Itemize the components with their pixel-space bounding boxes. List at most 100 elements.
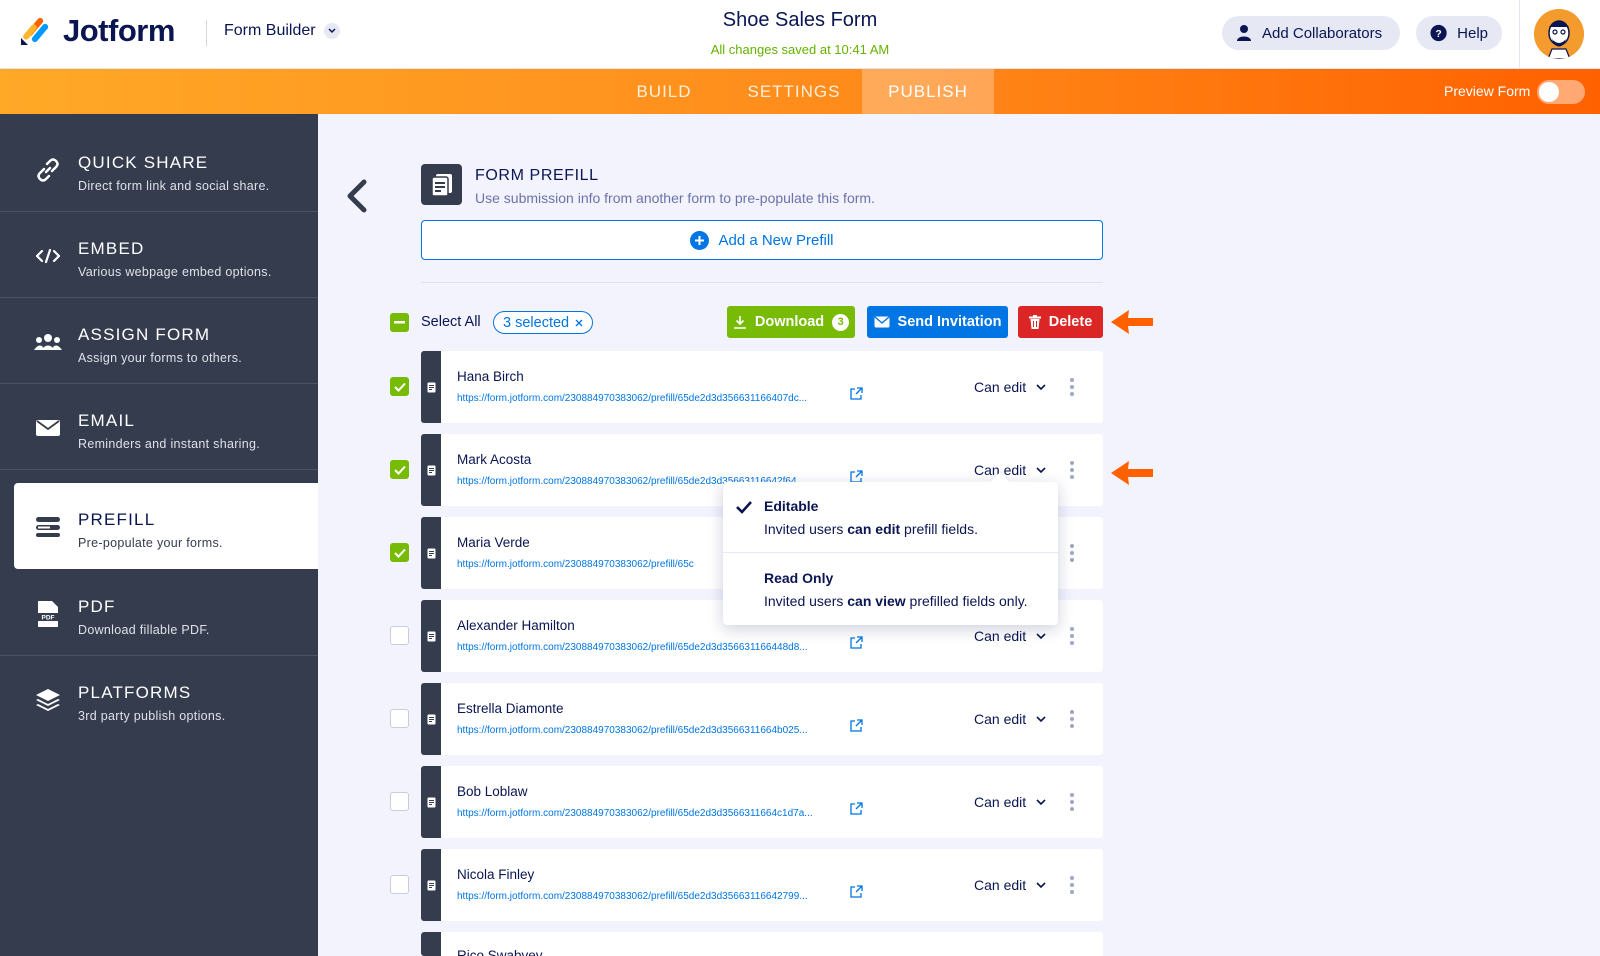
- permission-dropdown[interactable]: Can edit: [974, 462, 1046, 478]
- select-all-label[interactable]: Select All: [421, 314, 481, 330]
- chevron-down-icon: [1036, 466, 1046, 473]
- sidebar-item-title: PREFILL: [78, 510, 156, 529]
- row-color-bar: [421, 849, 441, 921]
- select-all-checkbox[interactable]: [390, 313, 409, 332]
- permission-dropdown[interactable]: Can edit: [974, 794, 1046, 810]
- minus-icon: [394, 321, 405, 324]
- header-divider: [206, 20, 207, 46]
- help-button[interactable]: ? Help: [1416, 16, 1502, 50]
- tab-publish[interactable]: PUBLISH: [862, 69, 994, 114]
- permission-dropdown[interactable]: Can edit: [974, 877, 1046, 893]
- sidebar-item-email[interactable]: EMAIL Reminders and instant sharing.: [0, 384, 318, 470]
- add-new-prefill-button[interactable]: Add a New Prefill: [421, 220, 1103, 260]
- row-prefill-link[interactable]: https://form.jotform.com/230884970383062…: [457, 808, 813, 819]
- permission-option-read-only[interactable]: Read Only Invited users can view prefill…: [723, 554, 1058, 625]
- external-link-icon[interactable]: [849, 802, 863, 816]
- checkmark-icon: [393, 382, 406, 392]
- prefill-row[interactable]: Rico Swabvey: [421, 932, 1103, 956]
- back-chevron-icon[interactable]: [344, 178, 372, 214]
- avatar[interactable]: [1534, 9, 1584, 59]
- permission-dropdown[interactable]: Can edit: [974, 379, 1046, 395]
- permission-label: Can edit: [974, 628, 1027, 644]
- sidebar-item-prefill[interactable]: PREFILL Pre-populate your forms.: [14, 483, 318, 569]
- download-button[interactable]: Download 3: [727, 306, 855, 338]
- form-builder-menu[interactable]: Form Builder: [224, 22, 340, 40]
- permission-label: Can edit: [974, 711, 1027, 727]
- option-title: Read Only: [764, 570, 834, 586]
- sidebar-item-desc: Direct form link and social share.: [78, 179, 270, 193]
- row-checkbox[interactable]: [390, 709, 409, 728]
- sidebar-item-embed[interactable]: EMBED Various webpage embed options.: [0, 212, 318, 298]
- sidebar-item-assign-form[interactable]: ASSIGN FORM Assign your forms to others.: [0, 298, 318, 384]
- prefill-row[interactable]: Bob Loblaw https://form.jotform.com/2308…: [421, 766, 1103, 838]
- sidebar-item-quick-share[interactable]: QUICK SHARE Direct form link and social …: [0, 126, 318, 212]
- prefill-row[interactable]: Nicola Finley https://form.jotform.com/2…: [421, 849, 1103, 921]
- delete-button[interactable]: Delete: [1018, 306, 1103, 338]
- option-title: Editable: [764, 498, 819, 514]
- close-icon[interactable]: [575, 319, 583, 327]
- permission-label: Can edit: [974, 379, 1027, 395]
- more-options-icon[interactable]: [1068, 708, 1076, 730]
- row-prefill-link[interactable]: https://form.jotform.com/230884970383062…: [457, 559, 694, 570]
- help-label: Help: [1457, 24, 1488, 42]
- more-options-icon[interactable]: [1068, 376, 1076, 398]
- row-color-bar: [421, 766, 441, 838]
- permission-dropdown[interactable]: Can edit: [974, 711, 1046, 727]
- plus-circle-icon: [690, 230, 710, 250]
- preview-form-toggle[interactable]: [1537, 80, 1585, 104]
- tab-build[interactable]: BUILD: [616, 69, 712, 114]
- more-options-icon[interactable]: [1068, 542, 1076, 564]
- external-link-icon[interactable]: [849, 636, 863, 650]
- jotform-logo-icon[interactable]: [18, 14, 52, 48]
- avatar-divider: [1519, 0, 1520, 69]
- sidebar-item-pdf[interactable]: PDF PDF Download fillable PDF.: [0, 570, 318, 656]
- row-prefill-link[interactable]: https://form.jotform.com/230884970383062…: [457, 725, 808, 736]
- more-options-icon[interactable]: [1068, 791, 1076, 813]
- row-checkbox[interactable]: [390, 460, 409, 479]
- row-color-bar: [421, 434, 441, 506]
- selected-count-badge[interactable]: 3 selected: [493, 311, 594, 334]
- row-color-bar: [421, 600, 441, 672]
- sidebar-item-desc: 3rd party publish options.: [78, 709, 226, 723]
- help-icon: ?: [1430, 24, 1447, 42]
- external-link-icon[interactable]: [849, 387, 863, 401]
- row-checkbox[interactable]: [390, 377, 409, 396]
- sidebar-item-desc: Download fillable PDF.: [78, 623, 210, 637]
- row-prefill-link[interactable]: https://form.jotform.com/230884970383062…: [457, 642, 808, 653]
- row-prefill-link[interactable]: https://form.jotform.com/230884970383062…: [457, 891, 808, 902]
- sidebar-item-title: ASSIGN FORM: [78, 325, 211, 344]
- envelope-icon: [874, 316, 890, 328]
- form-title[interactable]: Shoe Sales Form: [600, 9, 1000, 32]
- row-checkbox[interactable]: [390, 792, 409, 811]
- envelope-icon: [34, 414, 62, 442]
- row-prefill-link[interactable]: https://form.jotform.com/230884970383062…: [457, 393, 807, 404]
- send-invitation-button[interactable]: Send Invitation: [867, 306, 1008, 338]
- option-description: Invited users can view prefilled fields …: [764, 593, 1028, 609]
- row-color-bar: [421, 517, 441, 589]
- row-name: Mark Acosta: [457, 452, 532, 467]
- prefill-icon: [34, 513, 62, 541]
- sidebar-item-platforms[interactable]: PLATFORMS 3rd party publish options.: [0, 656, 318, 742]
- row-name: Rico Swabvey: [457, 948, 543, 956]
- publish-sidebar: QUICK SHARE Direct form link and social …: [0, 114, 318, 956]
- sidebar-item-desc: Various webpage embed options.: [78, 265, 272, 279]
- tab-settings[interactable]: SETTINGS: [728, 69, 860, 114]
- permission-dropdown[interactable]: Can edit: [974, 628, 1046, 644]
- document-icon: [427, 797, 435, 807]
- document-icon: [427, 714, 435, 724]
- more-options-icon[interactable]: [1068, 625, 1076, 647]
- row-checkbox[interactable]: [390, 875, 409, 894]
- row-checkbox[interactable]: [390, 543, 409, 562]
- add-collaborators-button[interactable]: Add Collaborators: [1222, 16, 1400, 50]
- permission-option-editable[interactable]: Editable Invited users can edit prefill …: [723, 482, 1058, 553]
- section-description: Use submission info from another form to…: [475, 190, 875, 206]
- svg-text:?: ?: [1435, 29, 1441, 40]
- external-link-icon[interactable]: [849, 885, 863, 899]
- prefill-row[interactable]: Estrella Diamonte https://form.jotform.c…: [421, 683, 1103, 755]
- external-link-icon[interactable]: [849, 719, 863, 733]
- more-options-icon[interactable]: [1068, 874, 1076, 896]
- more-options-icon[interactable]: [1068, 459, 1076, 481]
- row-checkbox[interactable]: [390, 626, 409, 645]
- permission-label: Can edit: [974, 877, 1027, 893]
- prefill-row[interactable]: Hana Birch https://form.jotform.com/2308…: [421, 351, 1103, 423]
